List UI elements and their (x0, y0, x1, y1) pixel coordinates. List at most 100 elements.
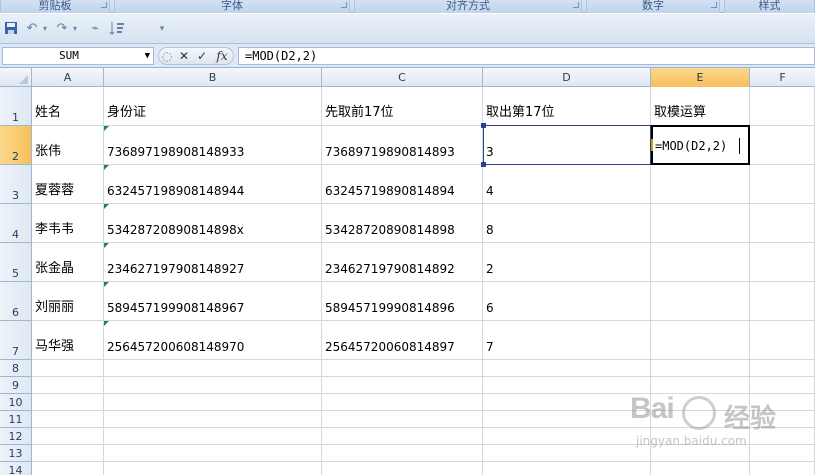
empty-cell[interactable] (322, 462, 483, 475)
table-cell[interactable]: 73689719890814893 (322, 126, 483, 165)
row-header[interactable]: 4 (0, 204, 32, 243)
empty-cell[interactable] (322, 411, 483, 428)
table-cell[interactable] (750, 321, 815, 360)
table-cell[interactable] (750, 282, 815, 321)
active-cell-e2[interactable]: =MOD(D2,2) (651, 125, 750, 165)
empty-cell[interactable] (32, 411, 104, 428)
format-painter-icon[interactable]: ⌁ (86, 21, 104, 37)
dialog-launcher-icon[interactable] (341, 2, 347, 8)
table-cell[interactable]: 23462719790814892 (322, 243, 483, 282)
row-header[interactable]: 3 (0, 165, 32, 204)
table-cell[interactable]: 63245719890814894 (322, 165, 483, 204)
header-cell[interactable]: 姓名 (32, 87, 104, 126)
empty-cell[interactable] (104, 411, 322, 428)
undo-icon[interactable]: ↶ (24, 21, 40, 37)
empty-cell[interactable] (750, 360, 815, 377)
table-cell[interactable]: 736897198908148933 (104, 126, 322, 165)
column-header-d[interactable]: D (483, 68, 651, 87)
row-header[interactable]: 13 (0, 445, 32, 462)
table-cell[interactable]: 58945719990814896 (322, 282, 483, 321)
table-cell[interactable] (651, 282, 750, 321)
empty-cell[interactable] (32, 428, 104, 445)
chevron-down-icon[interactable]: ▼ (145, 48, 150, 64)
save-icon[interactable] (3, 21, 19, 37)
empty-cell[interactable] (32, 445, 104, 462)
dialog-launcher-icon[interactable] (573, 2, 579, 8)
table-cell[interactable]: 53428720890814898x (104, 204, 322, 243)
row-header[interactable]: 6 (0, 282, 32, 321)
empty-cell[interactable] (32, 394, 104, 411)
table-cell[interactable]: 刘丽丽 (32, 282, 104, 321)
table-cell[interactable] (750, 204, 815, 243)
table-cell[interactable]: 夏蓉蓉 (32, 165, 104, 204)
header-cell[interactable] (750, 87, 815, 126)
empty-cell[interactable] (104, 445, 322, 462)
row-header[interactable]: 7 (0, 321, 32, 360)
table-cell[interactable] (651, 243, 750, 282)
dialog-launcher-icon[interactable] (711, 2, 717, 8)
table-cell[interactable]: 8 (483, 204, 651, 243)
table-cell[interactable]: 3 (483, 126, 651, 165)
row-header[interactable]: 1 (0, 87, 32, 126)
header-cell[interactable]: 先取前17位 (322, 87, 483, 126)
sort-icon[interactable] (108, 21, 126, 37)
row-header[interactable]: 11 (0, 411, 32, 428)
table-cell[interactable] (750, 126, 815, 165)
empty-cell[interactable] (104, 462, 322, 475)
formula-input[interactable]: =MOD(D2,2) (238, 47, 815, 65)
table-cell[interactable]: 2 (483, 243, 651, 282)
empty-cell[interactable] (322, 445, 483, 462)
empty-cell[interactable] (322, 394, 483, 411)
table-cell[interactable] (651, 204, 750, 243)
chevron-down-icon[interactable]: ▾ (41, 21, 49, 37)
column-header-e[interactable]: E (651, 68, 750, 87)
empty-cell[interactable] (651, 360, 750, 377)
empty-cell[interactable] (104, 377, 322, 394)
table-cell[interactable]: 6 (483, 282, 651, 321)
table-cell[interactable]: 张伟 (32, 126, 104, 165)
column-header-f[interactable]: F (750, 68, 815, 87)
row-header[interactable]: 10 (0, 394, 32, 411)
table-cell[interactable] (750, 243, 815, 282)
chevron-down-icon[interactable]: ▾ (71, 21, 79, 37)
header-cell[interactable]: 取出第17位 (483, 87, 651, 126)
row-header[interactable]: 14 (0, 462, 32, 475)
dialog-launcher-icon[interactable] (101, 2, 107, 8)
table-cell[interactable]: 632457198908148944 (104, 165, 322, 204)
table-cell[interactable]: 张金晶 (32, 243, 104, 282)
name-box[interactable]: SUM ▼ (2, 47, 154, 65)
insert-function-icon[interactable]: fx (213, 48, 231, 64)
header-cell[interactable]: 取模运算 (651, 87, 750, 126)
empty-cell[interactable] (322, 428, 483, 445)
empty-cell[interactable] (32, 377, 104, 394)
row-header[interactable]: 5 (0, 243, 32, 282)
empty-cell[interactable] (322, 377, 483, 394)
table-cell[interactable]: 25645720060814897 (322, 321, 483, 360)
row-header[interactable]: 12 (0, 428, 32, 445)
header-cell[interactable]: 身份证 (104, 87, 322, 126)
column-header-a[interactable]: A (32, 68, 104, 87)
select-all-corner[interactable] (0, 68, 32, 87)
table-cell[interactable]: 李韦韦 (32, 204, 104, 243)
cancel-icon[interactable]: ✕ (177, 48, 191, 64)
table-cell[interactable]: 马华强 (32, 321, 104, 360)
table-cell[interactable] (651, 321, 750, 360)
table-cell[interactable]: 7 (483, 321, 651, 360)
empty-cell[interactable] (483, 360, 651, 377)
row-header[interactable]: 9 (0, 377, 32, 394)
column-header-c[interactable]: C (322, 68, 483, 87)
empty-cell[interactable] (32, 462, 104, 475)
table-cell[interactable] (750, 165, 815, 204)
enter-icon[interactable]: ✓ (195, 48, 209, 64)
empty-cell[interactable] (104, 428, 322, 445)
table-cell[interactable]: 589457199908148967 (104, 282, 322, 321)
empty-cell[interactable] (104, 360, 322, 377)
empty-cell[interactable] (322, 360, 483, 377)
row-header[interactable]: 2 (0, 126, 32, 165)
redo-icon[interactable]: ↷ (54, 21, 70, 37)
row-header[interactable]: 8 (0, 360, 32, 377)
empty-cell[interactable] (104, 394, 322, 411)
table-cell[interactable] (651, 165, 750, 204)
empty-cell[interactable] (32, 360, 104, 377)
table-cell[interactable]: 234627197908148927 (104, 243, 322, 282)
